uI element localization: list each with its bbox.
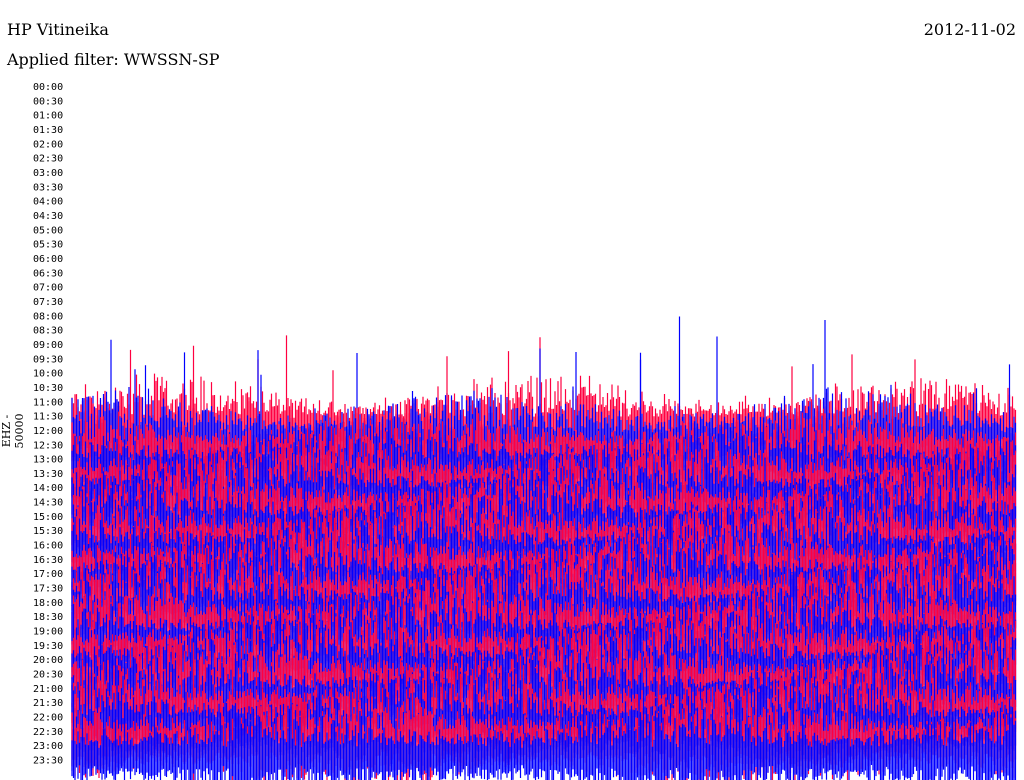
time-tick-label: 11:30: [33, 412, 63, 423]
time-tick-label: 01:00: [33, 111, 63, 122]
time-tick-label: 07:00: [33, 283, 63, 294]
time-tick-label: 22:00: [33, 713, 63, 724]
traces: [71, 316, 1017, 780]
time-tick-label: 01:30: [33, 125, 63, 136]
time-tick-label: 20:00: [33, 655, 63, 666]
time-tick-label: 07:30: [33, 297, 63, 308]
time-tick-label: 19:00: [33, 627, 63, 638]
time-tick-label: 21:30: [33, 698, 63, 709]
time-tick-label: 22:30: [33, 727, 63, 738]
helicorder-plot: 00:00 00:30 01:00 01:30 02:00 02:30 03:00 03:30…: [33, 82, 1017, 780]
time-tick-label: 16:00: [33, 541, 63, 552]
time-tick-label: 16:30: [33, 555, 63, 566]
time-tick-label: 09:30: [33, 354, 63, 365]
time-tick-label: 08:30: [33, 326, 63, 337]
time-tick-label: 20:30: [33, 670, 63, 681]
time-tick-label: 10:00: [33, 369, 63, 380]
time-tick-label: 13:30: [33, 469, 63, 480]
time-tick-label: 17:00: [33, 569, 63, 580]
time-tick-label: 00:30: [33, 96, 63, 107]
time-tick-label: 06:00: [33, 254, 63, 265]
time-tick-label: 09:00: [33, 340, 63, 351]
time-tick-label: 02:30: [33, 154, 63, 165]
time-tick-label: 02:00: [33, 139, 63, 150]
time-tick-label: 00:00: [33, 82, 63, 93]
time-tick-label: 15:30: [33, 526, 63, 537]
time-tick-label: 06:30: [33, 268, 63, 279]
time-tick-label: 14:00: [33, 483, 63, 494]
time-tick-label: 21:00: [33, 684, 63, 695]
time-tick-label: 17:30: [33, 584, 63, 595]
time-tick-label: 04:30: [33, 211, 63, 222]
time-tick-label: 18:00: [33, 598, 63, 609]
time-tick-label: 10:30: [33, 383, 63, 394]
time-tick-label: 19:30: [33, 641, 63, 652]
time-tick-label: 12:00: [33, 426, 63, 437]
time-tick-label: 03:00: [33, 168, 63, 179]
time-tick-label: 23:00: [33, 741, 63, 752]
time-tick-label: 04:00: [33, 197, 63, 208]
time-tick-label: 14:30: [33, 498, 63, 509]
time-tick-label: 05:30: [33, 240, 63, 251]
time-tick-label: 18:30: [33, 612, 63, 623]
time-tick-label: 12:30: [33, 440, 63, 451]
time-tick-label: 15:00: [33, 512, 63, 523]
time-tick-label: 03:30: [33, 182, 63, 193]
time-tick-label: 08:00: [33, 311, 63, 322]
time-tick-label: 05:00: [33, 225, 63, 236]
time-tick-label: 11:00: [33, 397, 63, 408]
time-tick-label: 13:00: [33, 455, 63, 466]
time-tick-label: 23:30: [33, 756, 63, 767]
